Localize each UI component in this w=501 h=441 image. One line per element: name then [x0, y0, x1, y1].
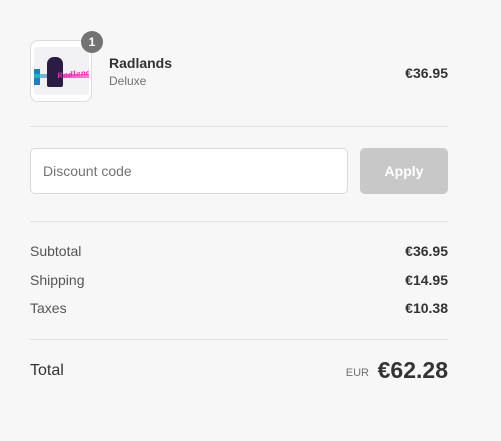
product-thumbnail: Radlands — [30, 40, 92, 102]
taxes-value: €10.38 — [405, 300, 448, 316]
taxes-row: Taxes €10.38 — [30, 300, 448, 320]
divider — [30, 221, 448, 222]
product-name: Radlands — [109, 55, 173, 71]
apply-discount-button[interactable]: Apply — [360, 148, 448, 194]
line-item: Radlands 1 Radlands Deluxe €36.95 — [30, 31, 448, 104]
quantity-badge: 1 — [81, 31, 103, 53]
product-price: €36.95 — [405, 65, 448, 81]
product-image: Radlands — [34, 47, 89, 95]
shipping-value: €14.95 — [405, 272, 448, 288]
shipping-row: Shipping €14.95 — [30, 272, 448, 292]
divider — [30, 339, 448, 340]
total-currency: EUR — [345, 367, 369, 379]
subtotal-value: €36.95 — [405, 243, 448, 259]
discount-code-input[interactable] — [30, 148, 348, 194]
order-summary-panel: Radlands 1 Radlands Deluxe €36.95 Apply … — [30, 31, 448, 383]
total-label: Total — [30, 362, 64, 379]
product-variant: Deluxe — [109, 74, 147, 88]
shipping-label: Shipping — [30, 272, 85, 288]
subtotal-label: Subtotal — [30, 243, 82, 259]
taxes-label: Taxes — [30, 300, 67, 316]
total-value: €62.28 — [377, 357, 448, 383]
divider — [30, 126, 448, 127]
subtotal-row: Subtotal €36.95 — [30, 243, 448, 263]
